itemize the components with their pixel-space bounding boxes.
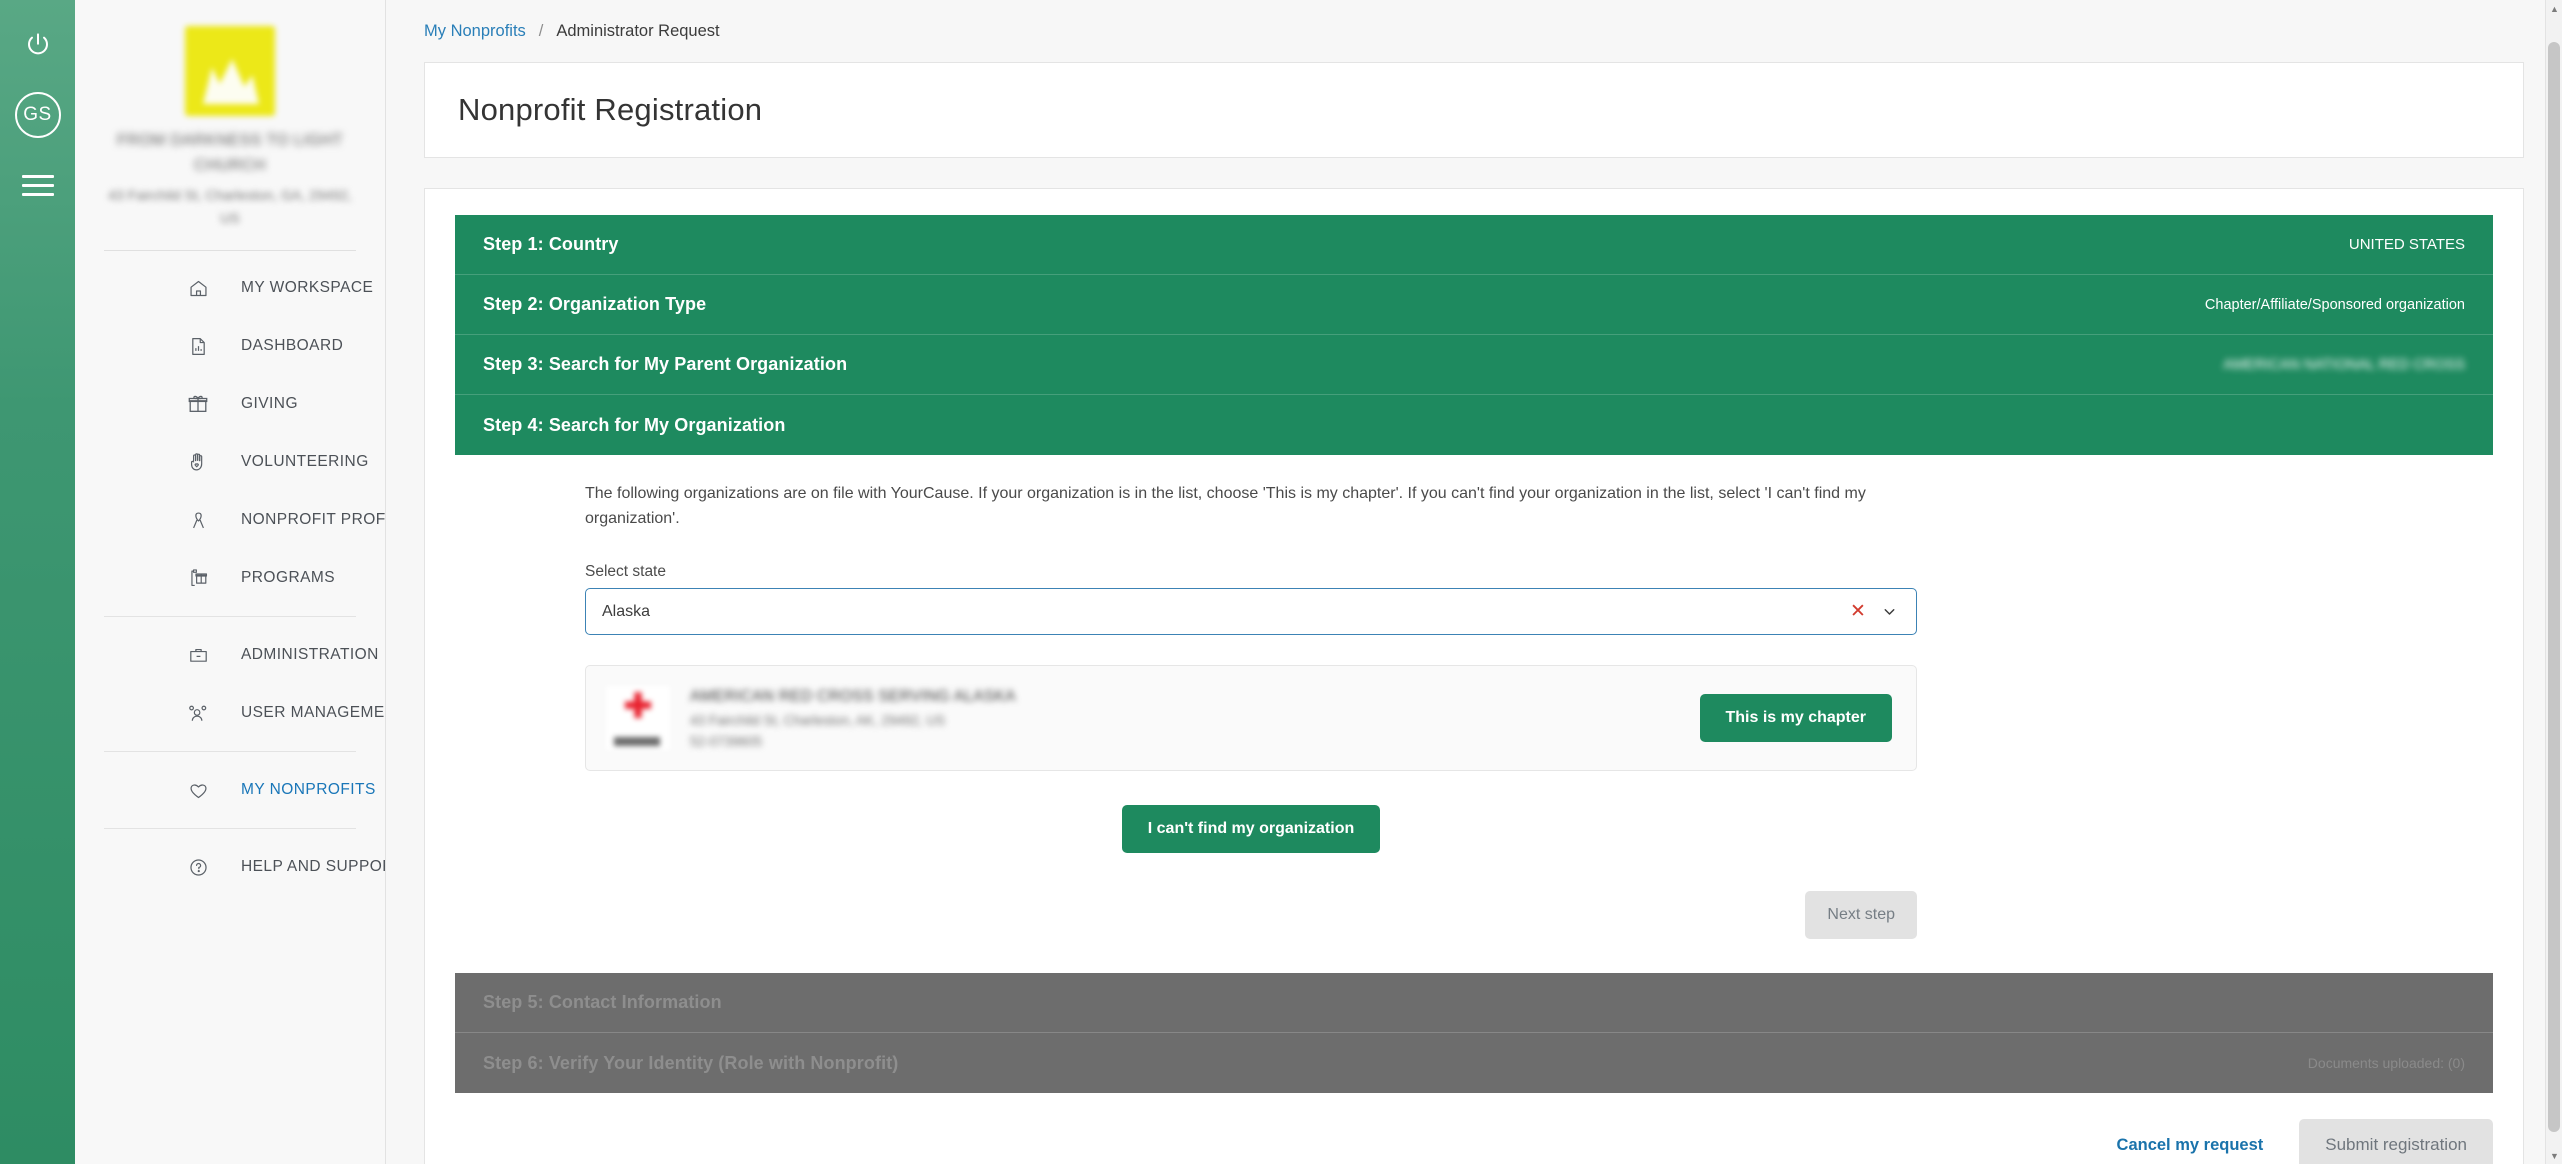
app-rail: GS: [0, 0, 75, 1164]
step-2-organization-type[interactable]: Step 2: Organization Type Chapter/Affili…: [455, 275, 2493, 335]
cant-find-row: I can't find my organization: [585, 805, 1917, 853]
this-is-my-chapter-button[interactable]: This is my chapter: [1699, 694, 1892, 742]
sidebar-nav: MY WORKSPACE DASHBOARD GIVING VOLUNTEERI…: [75, 259, 385, 896]
select-state-value: Alaska: [602, 602, 651, 620]
hamburger-menu-icon[interactable]: [15, 162, 61, 208]
breadcrumb: My Nonprofits / Administrator Request: [386, 0, 2562, 62]
step-title: Step 1: Country: [483, 234, 619, 254]
step-3-search-parent-organization[interactable]: Step 3: Search for My Parent Organizatio…: [455, 335, 2493, 395]
steps-list: Step 1: Country UNITED STATES Step 2: Or…: [425, 215, 2523, 455]
organization-result-card: AMERICAN RED CROSS SERVING ALASKA 43 Fai…: [585, 665, 1917, 771]
heart-icon: [185, 777, 211, 803]
sidebar-item-administration[interactable]: ADMINISTRATION: [75, 626, 385, 684]
step-5-contact-information: Step 5: Contact Information: [455, 973, 2493, 1033]
page-scrollbar[interactable]: ▲ ▼: [2545, 0, 2562, 1164]
avatar-initials: GS: [23, 104, 52, 125]
organization-name: FROM DARKNESS TO LIGHT CHURCH: [116, 132, 344, 174]
select-state-field: Select state Alaska ✕: [585, 563, 1917, 635]
chevron-down-icon[interactable]: [1872, 598, 1906, 626]
form-footer: Cancel my request Submit registration: [425, 1093, 2523, 1164]
home-icon: [185, 275, 211, 301]
red-cross-logo-icon: [606, 686, 670, 750]
sidebar-item-label: MY NONPROFITS: [241, 781, 376, 798]
sidebar-item-help-and-support[interactable]: HELP AND SUPPORT: [75, 838, 385, 896]
sidebar-item-label: DASHBOARD: [241, 337, 344, 354]
step-4-panel: The following organizations are on file …: [425, 455, 2523, 973]
sidebar-item-label: ADMINISTRATION: [241, 646, 379, 663]
scroll-down-arrow[interactable]: ▼: [2546, 1147, 2562, 1164]
cant-find-my-organization-button[interactable]: I can't find my organization: [1121, 805, 1381, 853]
document-chart-icon: [185, 333, 211, 359]
sidebar-item-giving[interactable]: GIVING: [75, 375, 385, 433]
sidebar-item-label: HELP AND SUPPORT: [241, 858, 385, 875]
sidebar-item-label: NONPROFIT PROFILE: [241, 511, 386, 528]
organization-result-address: 43 Fairchild St, Charleston, AK, 29492, …: [690, 712, 946, 728]
sidebar-item-label: GIVING: [241, 395, 298, 412]
sidebar-item-nonprofit-profile[interactable]: NONPROFIT PROFILE: [75, 491, 385, 549]
question-circle-icon: [185, 854, 211, 880]
avatar[interactable]: GS: [14, 92, 61, 138]
next-step-button[interactable]: Next step: [1805, 891, 1917, 939]
step-1-country[interactable]: Step 1: Country UNITED STATES: [455, 215, 2493, 275]
sidebar-divider: [104, 250, 356, 251]
step-title: Step 3: Search for My Parent Organizatio…: [483, 354, 848, 374]
cancel-my-request-button[interactable]: Cancel my request: [2111, 1135, 2270, 1156]
sidebar-item-my-workspace[interactable]: MY WORKSPACE: [75, 259, 385, 317]
sidebar: FROM DARKNESS TO LIGHT CHURCH 43 Fairchi…: [75, 0, 386, 1164]
select-state-input[interactable]: Alaska ✕: [585, 588, 1917, 635]
sidebar-item-label: MY WORKSPACE: [241, 279, 374, 296]
disabled-steps-list: Step 5: Contact Information Step 6: Veri…: [425, 973, 2523, 1093]
main-content: My Nonprofits / Administrator Request No…: [386, 0, 2562, 1164]
sidebar-item-label: USER MANAGEMENT: [241, 704, 385, 721]
scroll-up-arrow[interactable]: ▲: [2546, 0, 2562, 17]
step-title: Step 5: Contact Information: [483, 992, 722, 1012]
sidebar-item-dashboard[interactable]: DASHBOARD: [75, 317, 385, 375]
step-title: Step 2: Organization Type: [483, 294, 707, 314]
step-value: AMERICAN NATIONAL RED CROSS: [2223, 356, 2465, 373]
breadcrumb-link-my-nonprofits[interactable]: My Nonprofits: [424, 22, 526, 41]
breadcrumb-current: Administrator Request: [556, 21, 720, 40]
select-state-label: Select state: [585, 563, 666, 580]
sidebar-separator: [104, 828, 356, 829]
panel-helptext: The following organizations are on file …: [585, 485, 1866, 527]
clipboard-gift-icon: [185, 565, 211, 591]
power-icon[interactable]: [15, 22, 61, 68]
submit-registration-button[interactable]: Submit registration: [2299, 1119, 2493, 1164]
organization-result-name: AMERICAN RED CROSS SERVING ALASKA: [690, 687, 1016, 705]
next-step-row: Next step: [585, 891, 1917, 973]
sidebar-separator: [104, 751, 356, 752]
scrollbar-thumb[interactable]: [2548, 42, 2560, 1132]
organization-address: 43 Fairchild St, Charleston, GA, 29492, …: [108, 187, 352, 226]
close-x-icon[interactable]: ✕: [1844, 598, 1872, 626]
step-4-search-my-organization[interactable]: Step 4: Search for My Organization: [455, 395, 2493, 455]
step-title: Step 4: Search for My Organization: [483, 414, 786, 435]
registration-steps-card: Step 1: Country UNITED STATES Step 2: Or…: [424, 188, 2524, 1164]
ribbon-icon: [185, 507, 211, 533]
step-value: Documents uploaded: (0): [2307, 1055, 2465, 1071]
briefcase-icon: [185, 642, 211, 668]
hand-heart-icon: [185, 449, 211, 475]
sidebar-item-volunteering[interactable]: VOLUNTEERING: [75, 433, 385, 491]
step-title: Step 6: Verify Your Identity (Role with …: [483, 1052, 899, 1073]
sidebar-item-user-management[interactable]: USER MANAGEMENT: [75, 684, 385, 742]
sidebar-item-label: PROGRAMS: [241, 569, 336, 586]
sidebar-item-my-nonprofits[interactable]: MY NONPROFITS: [75, 761, 385, 819]
sidebar-item-programs[interactable]: PROGRAMS: [75, 549, 385, 607]
organization-result-id: 52-0739605: [690, 733, 763, 749]
breadcrumb-separator: /: [538, 21, 544, 40]
page-header-card: Nonprofit Registration: [424, 62, 2524, 158]
sidebar-item-label: VOLUNTEERING: [241, 453, 369, 470]
sidebar-separator: [104, 616, 356, 617]
organization-result-text: AMERICAN RED CROSS SERVING ALASKA 43 Fai…: [690, 688, 1680, 749]
gift-icon: [185, 391, 211, 417]
step-value: Chapter/Affiliate/Sponsored organization: [2204, 296, 2465, 313]
users-icon: [185, 700, 211, 726]
app-root: GS FROM DARKNESS TO LIGHT CHURCH 43 Fair…: [0, 0, 2562, 1164]
page-title: Nonprofit Registration: [458, 92, 763, 127]
step-6-verify-your-identity: Step 6: Verify Your Identity (Role with …: [455, 1033, 2493, 1093]
step-value: UNITED STATES: [2348, 236, 2465, 253]
organization-logo: [185, 26, 275, 116]
